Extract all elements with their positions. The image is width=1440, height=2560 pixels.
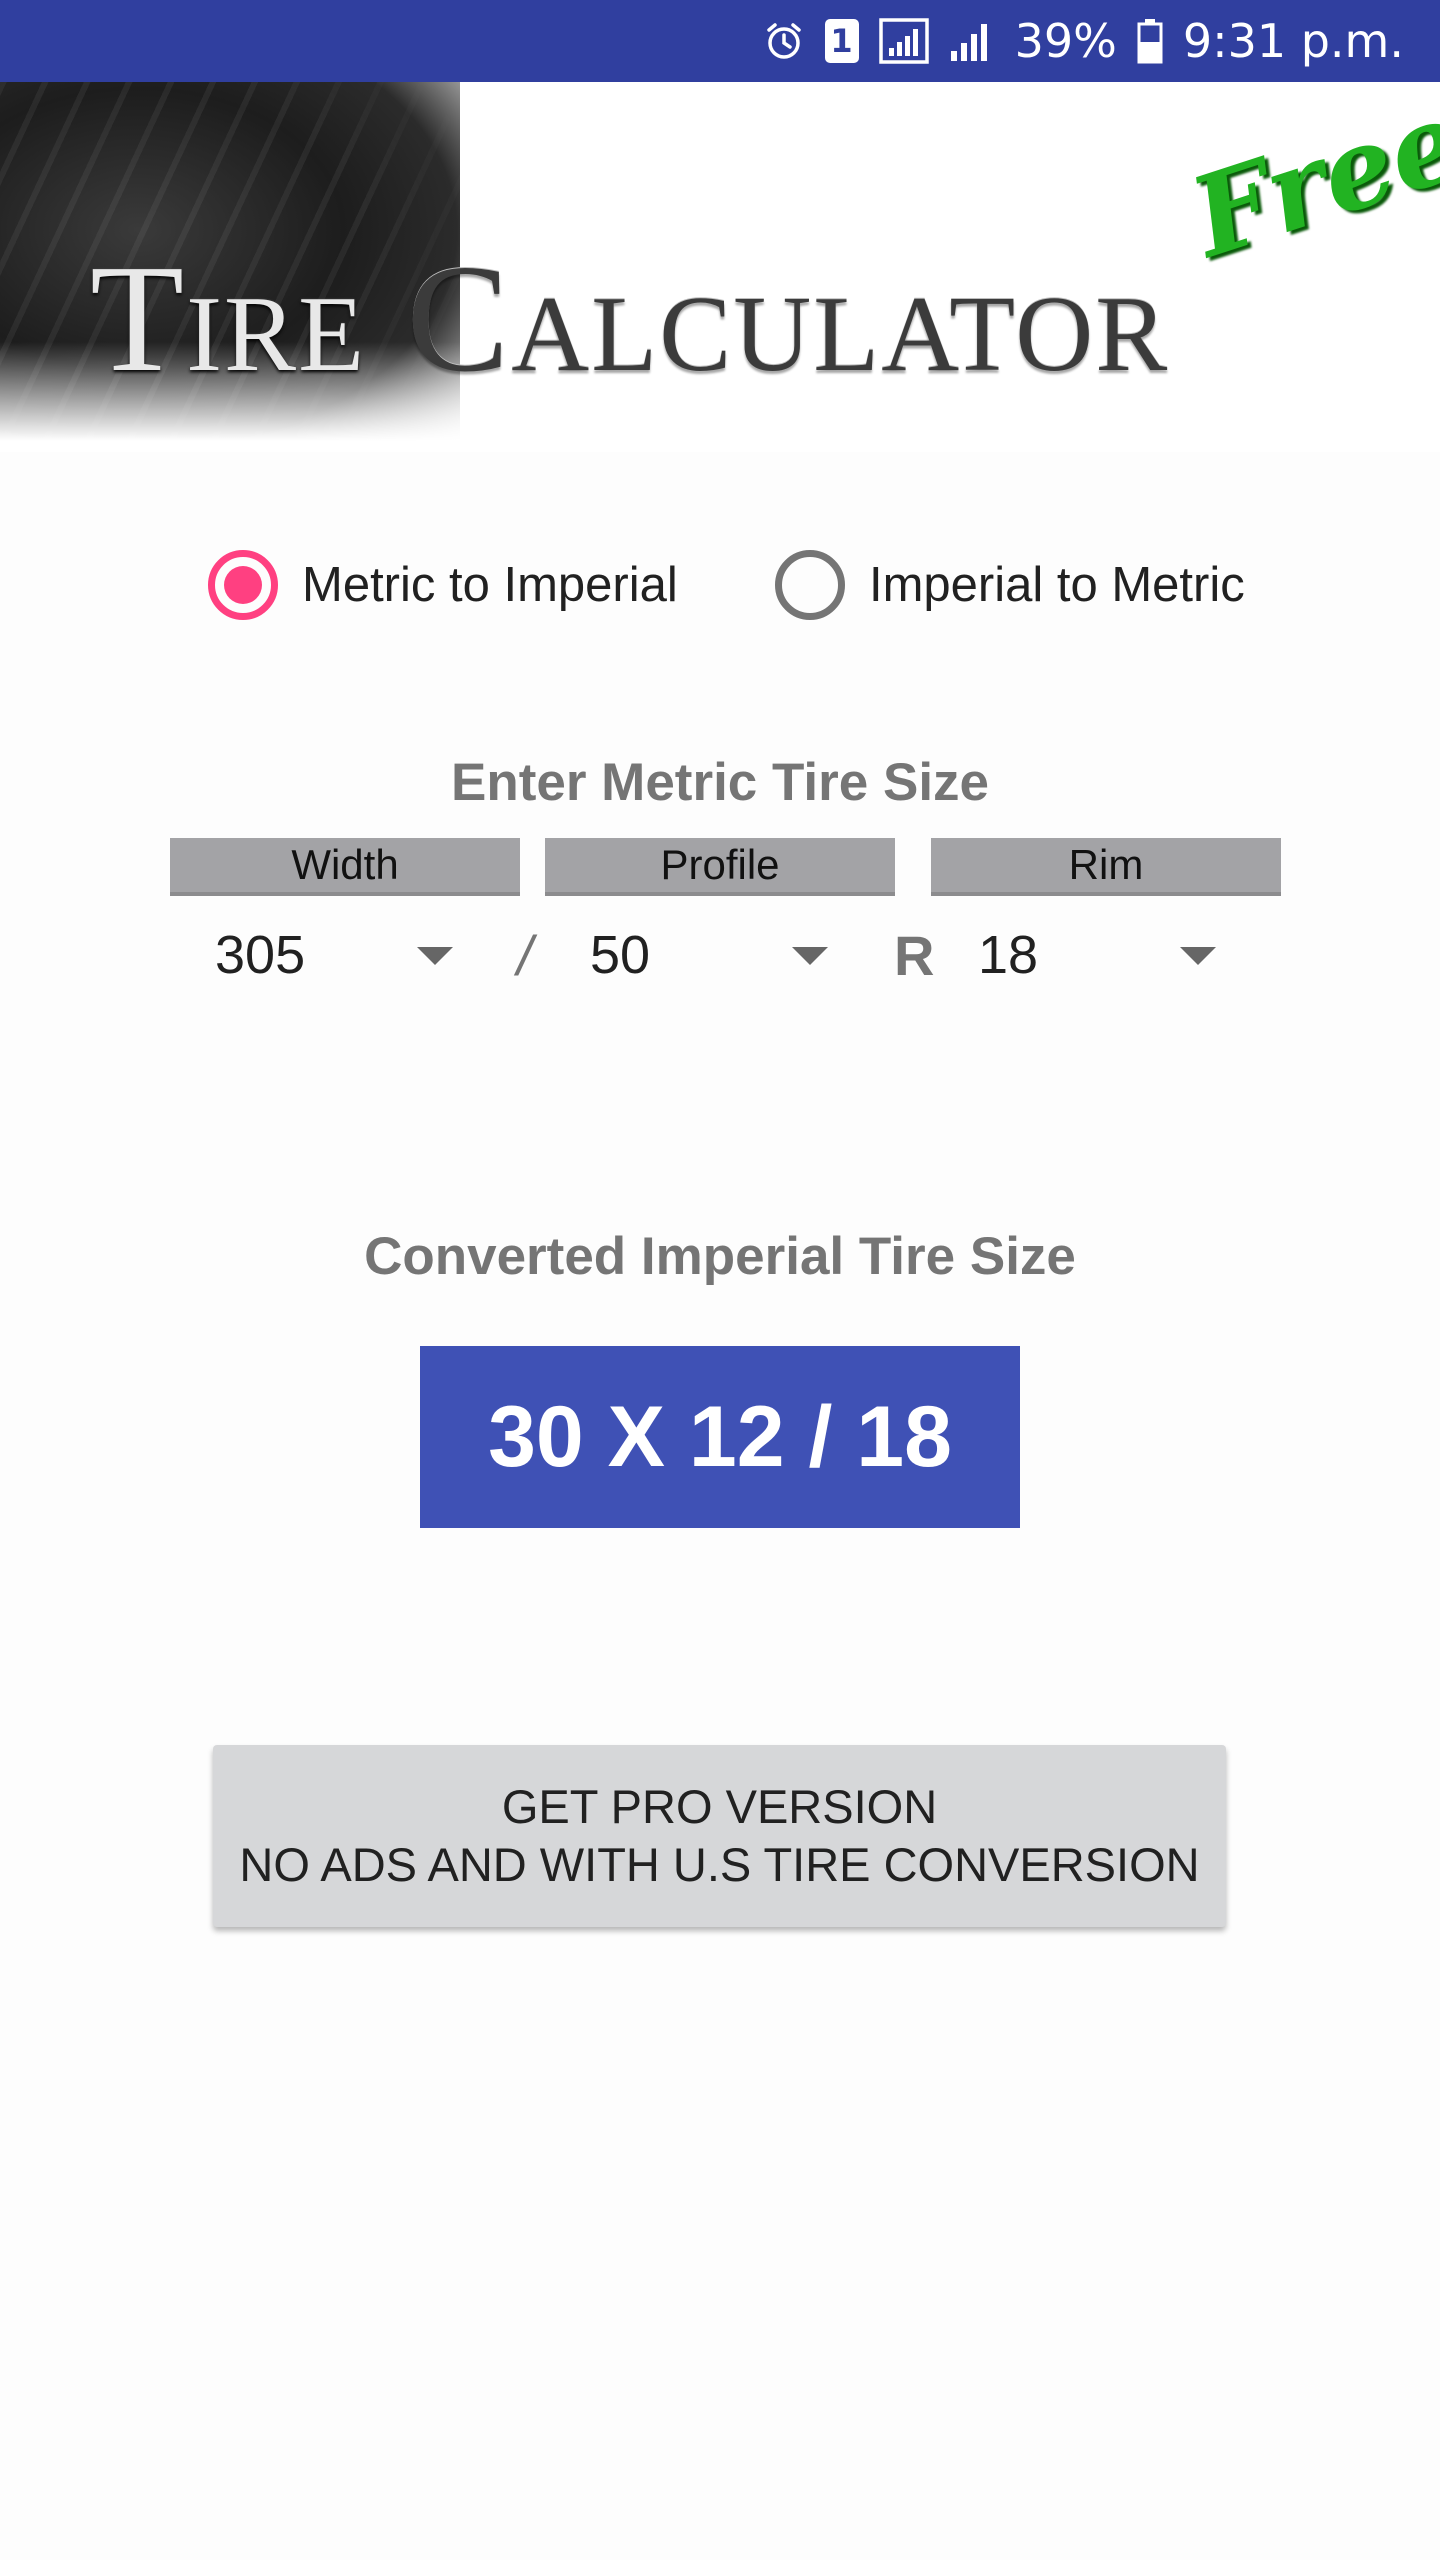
status-bar: 1 39% 9:31 p.m. xyxy=(0,0,1440,82)
get-pro-version-button[interactable]: GET PRO VERSION NO ADS AND WITH U.S TIRE… xyxy=(213,1745,1226,1927)
width-value: 305 xyxy=(215,925,306,985)
app-title-part2: Calculator xyxy=(406,234,1170,404)
app-title-part1: Tire xyxy=(90,234,367,404)
converted-size-result: 30 X 12 / 18 xyxy=(420,1346,1020,1528)
converted-size-heading: Converted Imperial Tire Size xyxy=(364,1227,1076,1286)
battery-percent: 39% xyxy=(1014,14,1117,68)
radio-imperial-to-metric[interactable]: Imperial to Metric xyxy=(775,540,1245,630)
profile-value: 50 xyxy=(590,925,651,985)
radio-dot xyxy=(224,566,262,604)
alarm-icon xyxy=(763,16,805,66)
signal-icon xyxy=(878,16,929,66)
radio-label-metric-to-imperial: Metric to Imperial xyxy=(302,558,678,612)
conversion-mode-radio-group: Metric to Imperial Imperial to Metric xyxy=(0,540,1440,630)
free-badge: Free xyxy=(1176,82,1440,283)
signal-bars-icon xyxy=(949,16,995,66)
app-banner: Tire Calculator Free xyxy=(0,82,1440,452)
width-dropdown[interactable]: 305 xyxy=(215,915,455,995)
radio-label-imperial-to-metric: Imperial to Metric xyxy=(869,558,1245,612)
app-title: Tire Calculator xyxy=(90,242,1169,396)
rim-column-header: Rim xyxy=(931,838,1281,896)
profile-column-header: Profile xyxy=(545,838,895,896)
chevron-down-icon xyxy=(1180,947,1216,965)
pro-button-line1: GET PRO VERSION xyxy=(501,1780,938,1833)
radio-checked-icon[interactable] xyxy=(208,550,278,620)
width-column-header: Width xyxy=(170,838,520,896)
rim-separator: R xyxy=(894,923,935,987)
radio-metric-to-imperial[interactable]: Metric to Imperial xyxy=(208,540,678,630)
profile-dropdown[interactable]: 50 xyxy=(590,915,830,995)
chevron-down-icon xyxy=(792,947,828,965)
slash-separator: / xyxy=(517,923,533,987)
radio-unchecked-icon[interactable] xyxy=(775,550,845,620)
rim-value: 18 xyxy=(978,925,1039,985)
enter-size-heading: Enter Metric Tire Size xyxy=(450,753,990,812)
sim-icon: 1 xyxy=(824,19,859,63)
rim-dropdown[interactable]: 18 xyxy=(978,915,1218,995)
pro-button-line2: NO ADS AND WITH U.S TIRE CONVERSION xyxy=(239,1838,1200,1891)
clock: 9:31 p.m. xyxy=(1182,14,1404,68)
battery-icon xyxy=(1137,16,1163,66)
chevron-down-icon xyxy=(417,947,453,965)
